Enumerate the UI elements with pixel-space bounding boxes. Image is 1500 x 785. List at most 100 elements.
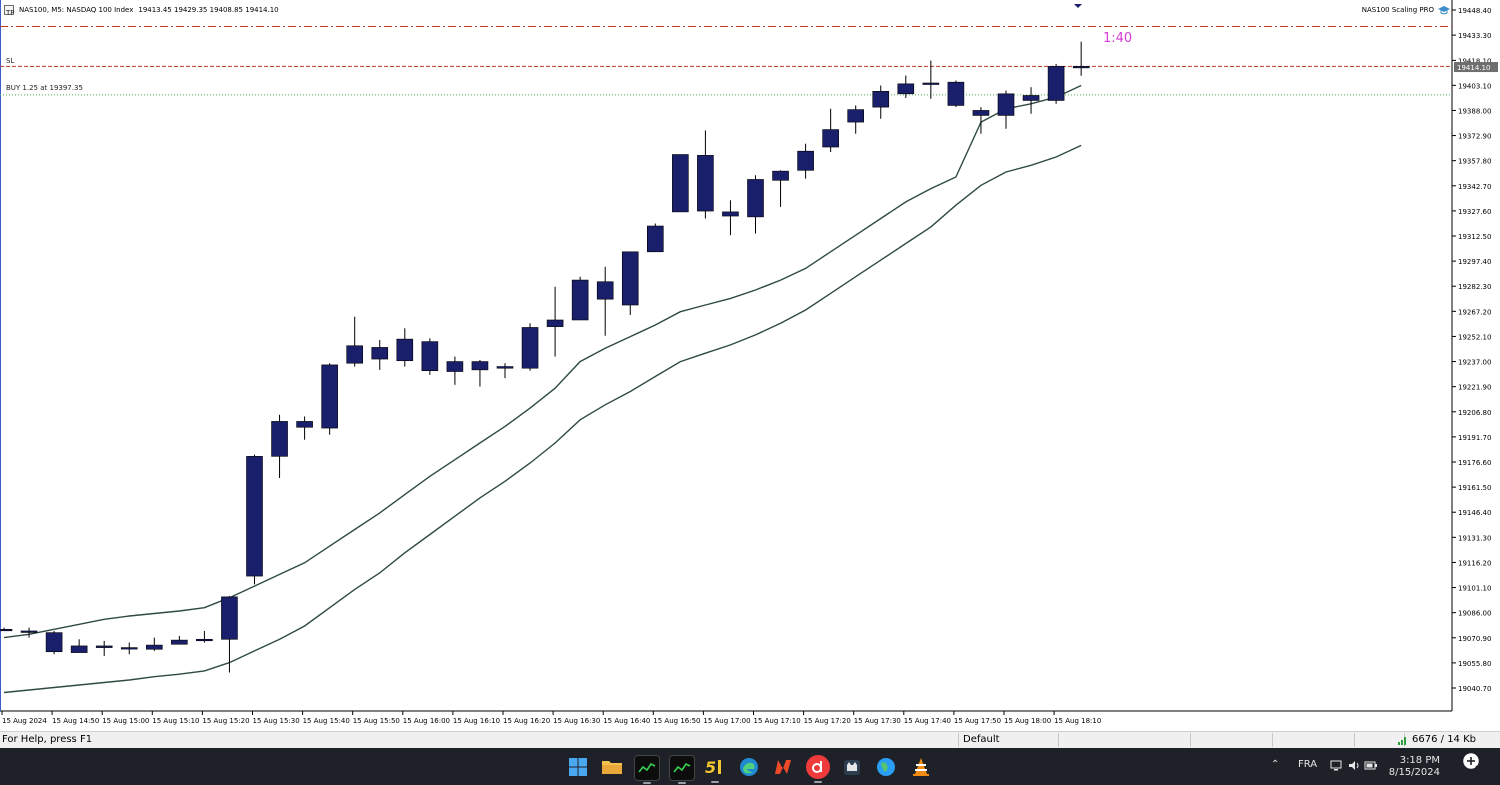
candle-body[interactable] <box>672 154 689 213</box>
candle-body[interactable] <box>722 211 739 217</box>
trading-terminal-2-button[interactable] <box>669 755 695 784</box>
candle-body[interactable] <box>772 170 789 181</box>
time-label: 15 Aug 17:10 <box>754 717 801 725</box>
price-label: 19237.00 <box>1458 359 1491 367</box>
candle-body[interactable] <box>521 327 539 369</box>
system-clock[interactable]: 3:18 PM 8/15/2024 <box>1388 755 1440 779</box>
language-indicator[interactable]: FRA <box>1298 759 1317 770</box>
candle-body[interactable] <box>621 251 639 306</box>
price-label: 19433.30 <box>1458 32 1491 40</box>
chevron-up-icon[interactable]: ⌃ <box>1271 759 1279 770</box>
candle-body[interactable] <box>596 281 614 300</box>
running-indicator <box>814 781 822 783</box>
folder-icon <box>602 761 622 774</box>
candle-body[interactable] <box>421 341 439 372</box>
candle-body[interactable] <box>1047 66 1065 101</box>
chart-area[interactable]: 19448.40 19433.30 19418.10 19403.10 19388.00… <box>0 0 1500 731</box>
graduation-cap-icon[interactable] <box>1438 5 1450 15</box>
price-label: 19357.80 <box>1458 158 1491 166</box>
candle-body[interactable] <box>221 596 238 640</box>
trading-terminal-1-button[interactable] <box>634 755 660 784</box>
profile-name[interactable]: Default <box>963 734 1000 745</box>
price-label: 19086.00 <box>1458 610 1491 618</box>
candle-body[interactable] <box>70 645 88 653</box>
time-label: 15 Aug 17:40 <box>904 717 951 725</box>
candle-body[interactable] <box>872 91 890 108</box>
price-label: 19176.60 <box>1458 459 1491 467</box>
time-label: 15 Aug 15:20 <box>202 717 249 725</box>
traffic-indicator: 6676 / 14 Kb <box>1398 734 1476 745</box>
candle-body[interactable] <box>1072 66 1090 69</box>
time-label: 15 Aug 15:30 <box>253 717 300 725</box>
time-label: 15 Aug 16:20 <box>503 717 550 725</box>
globe-icon <box>877 758 895 776</box>
candle-body[interactable] <box>1022 95 1040 101</box>
price-label: 19448.40 <box>1458 7 1491 15</box>
edge-button[interactable] <box>737 755 761 779</box>
candle-body[interactable] <box>922 82 940 85</box>
candle-body[interactable] <box>146 644 163 650</box>
time-label: 15 Aug 18:00 <box>1004 717 1051 725</box>
candle-body[interactable] <box>45 632 63 653</box>
file-explorer-button[interactable] <box>600 755 624 779</box>
indicator-name: NAS100 Scaling PRO <box>1361 6 1434 14</box>
candle-body[interactable] <box>847 109 865 123</box>
price-label: 19252.10 <box>1458 333 1491 341</box>
candle-body[interactable] <box>396 338 414 362</box>
candle-body[interactable] <box>20 630 38 633</box>
metatrader-icon: 5 <box>705 758 721 777</box>
buy-label: BUY 1.25 at 19397.35 <box>6 84 83 92</box>
candle-body[interactable] <box>246 456 263 577</box>
app-globe-button[interactable] <box>874 755 898 779</box>
price-label: 19372.90 <box>1458 133 1491 141</box>
candle-body[interactable] <box>822 129 839 148</box>
app-cat-button[interactable] <box>840 755 864 779</box>
status-divider <box>1190 733 1191 747</box>
candle-body[interactable] <box>371 347 389 360</box>
candle-body[interactable] <box>0 628 13 632</box>
running-indicator <box>678 782 686 784</box>
time-label: 15 Aug 15:10 <box>152 717 199 725</box>
status-divider <box>958 733 959 747</box>
metatrader-button[interactable]: 5 <box>703 755 727 783</box>
tp-label: TP <box>6 9 15 17</box>
battery-icon[interactable] <box>1364 760 1378 771</box>
candle-body[interactable] <box>446 361 464 372</box>
candle-body[interactable] <box>271 421 288 457</box>
help-hint: For Help, press F1 <box>2 734 93 745</box>
vlc-button[interactable] <box>909 755 933 779</box>
candle-body[interactable] <box>196 638 213 642</box>
price-label: 19267.20 <box>1458 308 1491 316</box>
candle-body[interactable] <box>296 421 313 428</box>
upper-band-line <box>3 84 1082 639</box>
magnifier-icon[interactable] <box>1458 748 1488 780</box>
network-icon[interactable] <box>1330 760 1342 771</box>
candle-body[interactable] <box>797 150 814 171</box>
candle-body[interactable] <box>997 93 1015 116</box>
candle-body[interactable] <box>897 83 915 95</box>
candle-body[interactable] <box>546 319 564 327</box>
price-chart[interactable]: 19448.4019433.3019418.1019403.1019388.00… <box>0 0 1500 731</box>
app-n-button[interactable] <box>771 755 795 779</box>
candle-body[interactable] <box>571 279 589 321</box>
candle-body[interactable] <box>95 645 113 648</box>
candle-body[interactable] <box>972 110 990 116</box>
price-label: 19297.40 <box>1458 258 1491 266</box>
candle-body[interactable] <box>171 639 188 645</box>
candle-body[interactable] <box>747 179 764 218</box>
start-button[interactable] <box>566 755 590 779</box>
candle-body[interactable] <box>947 81 965 106</box>
app-d-button[interactable] <box>806 755 830 783</box>
candle-body[interactable] <box>697 155 714 212</box>
candle-body[interactable] <box>646 225 664 253</box>
price-label: 19161.50 <box>1458 484 1491 492</box>
price-label: 19101.10 <box>1458 585 1491 593</box>
candle-body[interactable] <box>120 647 138 650</box>
chart-header: NAS100, M5: NASDAQ 100 Index 19413.45 19… <box>4 3 279 17</box>
candle-body[interactable] <box>321 364 338 429</box>
volume-icon[interactable] <box>1348 760 1360 771</box>
candle-body[interactable] <box>471 361 489 371</box>
price-label: 19282.30 <box>1458 283 1491 291</box>
candle-body[interactable] <box>496 366 514 369</box>
candle-body[interactable] <box>346 345 364 364</box>
